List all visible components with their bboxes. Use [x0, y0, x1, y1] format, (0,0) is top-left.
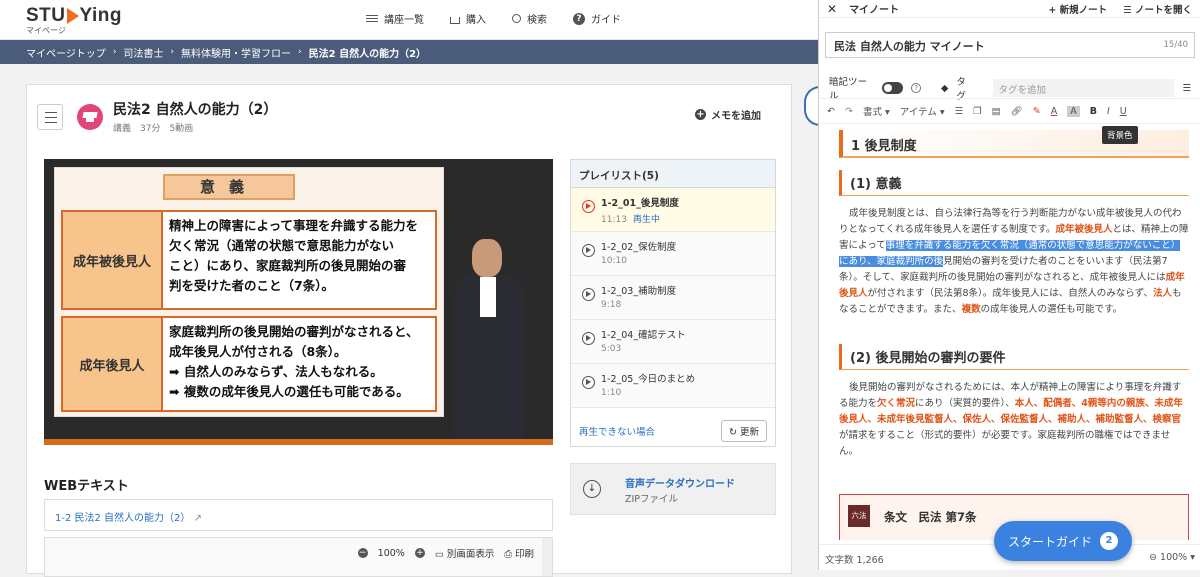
format-dropdown[interactable]: 書式 ▾: [863, 104, 890, 118]
webtext-link[interactable]: 1-2 民法2 自然人の能力（2） ↗: [44, 499, 553, 531]
copy-icon[interactable]: ❐: [973, 106, 982, 117]
lecture-meta: 講義 37分 5動画: [113, 124, 194, 134]
nav-courses[interactable]: 講座一覧: [366, 11, 424, 26]
slide-row: 成年後見人 家庭裁判所の後見開始の審判がなされると、 成年後見人が付される（8条…: [61, 316, 437, 412]
note-paragraph: 成年後見制度とは、自ら法律行為等を行う判断能力がない成年被後見人の代わりとなって…: [839, 208, 1189, 315]
playlist-header: プレイリスト(5): [571, 160, 775, 188]
nav-guide[interactable]: ? ガイド: [573, 11, 621, 26]
bold-icon[interactable]: B: [1090, 106, 1097, 117]
breadcrumb-item[interactable]: 司法書士: [123, 45, 163, 60]
text-color-icon[interactable]: A: [1051, 106, 1058, 117]
tooltip: 背景色: [1102, 126, 1138, 144]
tag-icon: ◆: [941, 82, 949, 94]
cart-icon: [450, 16, 460, 24]
audio-download[interactable]: ↓ 音声データダウンロード ZIPファイル: [570, 463, 776, 515]
playlist-item[interactable]: 1-2_04_確認テスト 5:03: [571, 320, 775, 364]
breadcrumb-item[interactable]: 無料体験用・学習フロー: [181, 45, 291, 60]
nav-purchase[interactable]: 購入: [450, 11, 486, 26]
lecturer-image: [454, 239, 524, 445]
list-icon: [366, 13, 378, 25]
playlist-item[interactable]: 1-2_01_後見制度 11:13 再生中: [571, 188, 775, 232]
cannot-play-link[interactable]: 再生できない場合: [579, 424, 655, 438]
slide-title: 意義: [163, 174, 295, 200]
zoom-in-icon[interactable]: +: [414, 548, 425, 558]
italic-icon[interactable]: I: [1107, 106, 1110, 117]
lecture-slide: 意義 成年被後見人 精神上の障害によって事理を弁識する能力を 欠く常況（通常の状…: [54, 167, 444, 417]
slide-row: 成年被後見人 精神上の障害によって事理を弁識する能力を 欠く常況（通常の状態で意…: [61, 210, 437, 310]
play-circle-icon: [582, 288, 595, 301]
scrollbar[interactable]: [542, 538, 552, 576]
playlist-item[interactable]: 1-2_05_今日のまとめ 1:10: [571, 364, 775, 408]
note-heading-2: (2) 後見開始の審判の要件: [839, 344, 1189, 370]
my-note-panel: ✕ マイノート + 新規ノート ☰ ノートを開く 民法 自然人の能力 マイノート…: [818, 0, 1200, 570]
playlist: プレイリスト(5) 1-2_01_後見制度 11:13 再生中 1-2_02_保佐…: [570, 159, 776, 447]
note-paragraph: 後見開始の審判がなされるためには、本人が精神上の障害により事理を弁識する能力を欠…: [839, 382, 1183, 457]
play-circle-icon: [582, 200, 595, 213]
print-button[interactable]: ⎙ 印刷: [504, 546, 534, 560]
breadcrumb: マイページトップ › 司法書士 › 無料体験用・学習フロー › 民法2 自然人の能力（…: [0, 40, 818, 64]
download-icon: ↓: [583, 480, 601, 498]
play-circle-icon: [582, 376, 595, 389]
play-icon: [66, 8, 79, 24]
zoom-control[interactable]: ⊖ 100% ▾: [1149, 552, 1195, 563]
underline-icon[interactable]: U: [1120, 106, 1127, 117]
anki-toggle[interactable]: [882, 82, 904, 94]
playlist-item[interactable]: 1-2_02_保佐制度 10:10: [571, 232, 775, 276]
help-icon[interactable]: ?: [911, 83, 922, 93]
add-memo-button[interactable]: + メモを追加: [695, 107, 761, 122]
refresh-button[interactable]: ↻ 更新: [721, 420, 767, 442]
law-book-icon: 六法: [848, 505, 870, 527]
redo-icon[interactable]: ↷: [845, 106, 853, 117]
top-bar: STU Ying マイページ 講座一覧 購入 検索 ? ガイド: [0, 0, 818, 40]
webtext-viewer: − 100% + ▭ 別画面表示 ⎙ 印刷: [44, 537, 553, 577]
char-count: 文字数 1,266: [825, 555, 884, 566]
breadcrumb-current: 民法2 自然人の能力（2）: [308, 48, 427, 60]
playlist-item[interactable]: 1-2_03_補助制度 9:18: [571, 276, 775, 320]
search-icon: [512, 14, 521, 23]
background-color-icon[interactable]: A: [1067, 105, 1080, 117]
editor-toolbar: ↶ ↷ 書式 ▾ アイテム ▾ ☰ ❐ ▤ 🔗︎ ✎ A A B I U: [819, 98, 1200, 124]
graduation-cap-icon: [77, 103, 103, 130]
play-circle-icon: [582, 244, 595, 257]
separate-window-button[interactable]: ▭ 別画面表示: [435, 546, 495, 560]
paste-icon[interactable]: ▤: [992, 106, 1001, 117]
note-heading-2: (1) 意義: [839, 170, 1189, 196]
guide-count-badge: 2: [1100, 532, 1118, 550]
start-guide-button[interactable]: スタートガイド 2: [994, 521, 1132, 561]
list-icon[interactable]: ☰: [955, 106, 964, 117]
note-title-field[interactable]: 民法 自然人の能力 マイノート 15/40: [825, 32, 1195, 58]
new-note-button[interactable]: + 新規ノート: [1048, 2, 1107, 16]
undo-icon[interactable]: ↶: [827, 106, 835, 117]
video-progress[interactable]: [44, 439, 553, 445]
external-link-icon: ↗: [193, 513, 202, 524]
plus-icon: +: [695, 109, 706, 120]
play-circle-icon: [582, 332, 595, 345]
close-icon[interactable]: ✕: [827, 2, 837, 16]
zoom-out-icon[interactable]: −: [357, 548, 368, 558]
pen-icon[interactable]: ✎: [1033, 106, 1041, 117]
nav-search[interactable]: 検索: [512, 11, 547, 26]
note-panel-title: マイノート: [849, 5, 900, 16]
video-player[interactable]: 意義 成年被後見人 精神上の障害によって事理を弁識する能力を 欠く常況（通常の状…: [44, 159, 553, 445]
list-view-icon[interactable]: ☰: [1182, 83, 1191, 94]
top-nav: 講座一覧 購入 検索 ? ガイド: [366, 11, 621, 26]
menu-button[interactable]: [37, 103, 63, 130]
link-icon[interactable]: 🔗︎: [1011, 106, 1023, 117]
question-icon: ?: [573, 12, 585, 25]
logo[interactable]: STU Ying マイページ: [26, 5, 122, 36]
zoom-level: 100%: [377, 547, 405, 559]
webtext-heading: WEBテキスト: [44, 479, 129, 494]
tag-input[interactable]: タグを追加: [992, 79, 1175, 97]
lecture-title: 民法2 自然人の能力（2）: [113, 102, 278, 118]
open-note-button[interactable]: ☰ ノートを開く: [1123, 2, 1192, 16]
breadcrumb-item[interactable]: マイページトップ: [26, 45, 106, 60]
item-dropdown[interactable]: アイテム ▾: [900, 104, 945, 118]
lecture-card: 民法2 自然人の能力（2） 講義 37分 5動画 + メモを追加 意義 成年被後見…: [26, 84, 792, 577]
note-editor[interactable]: 1 後見制度 (1) 意義 成年後見制度とは、自ら法律行為等を行う判断能力がない…: [839, 130, 1189, 540]
